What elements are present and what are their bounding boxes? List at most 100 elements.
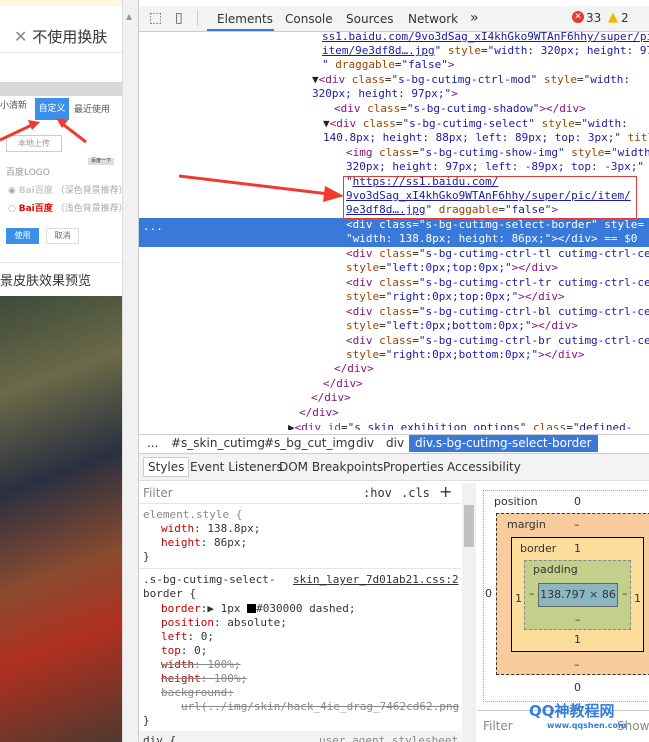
breadcrumb-item[interactable]: div [386,436,404,450]
overridden-property[interactable]: background: [161,686,234,700]
rule-close: } [143,550,150,563]
color-swatch[interactable] [247,604,257,613]
dom-node-line[interactable]: item/9e3df8d….jpg" style="width: 320px; … [322,44,649,58]
dom-token: style [564,146,605,159]
dom-token: id [321,421,341,430]
scroll-up-icon[interactable]: ▲ [126,12,132,21]
dom-token: 320px; height: 97px; left: -89px; top: -… [346,160,645,173]
overridden-url[interactable]: url(../img/skin/hack_4ie_drag_7462cd62.p… [181,700,459,714]
logo-option-dark[interactable]: ◉ Bai百度 （深色背景推荐） [8,183,122,196]
styles-scrollbar[interactable] [462,483,476,742]
dom-node-line[interactable]: style="right:0px;bottom:0px;"></div> [346,348,584,362]
dom-token: = [412,334,419,347]
dom-token: = [576,73,584,86]
box-model-border[interactable]: border 1 1 1 1 padding – – – 138.797 × 8… [511,537,644,652]
breadcrumb-item[interactable]: div [356,436,374,450]
dom-token: class [345,73,385,86]
dom-node-line[interactable]: style="left:0px;top:0px;"></div> [346,261,558,275]
dom-node-line[interactable]: </div> [311,391,351,405]
style-property[interactable]: top: 0; [161,644,207,658]
dom-node-line[interactable]: </div> [323,377,363,391]
overridden-property[interactable]: width: 100%; [161,658,241,672]
dom-node-line[interactable]: " draggable="false"> [322,58,454,72]
class-toggle[interactable]: .cls [401,486,430,500]
dom-node-line[interactable]: </div> [334,362,374,376]
dom-node-line[interactable]: 140.8px; height: 88px; left: 89px; top: … [323,131,649,145]
dom-node-line[interactable]: 320px; height: 97px; left: -89px; top: -… [346,160,644,174]
rule-selector[interactable]: .s-bg-cutimg-select- [143,573,275,587]
dom-token: <div [334,102,361,115]
cancel-button[interactable]: 取消 [46,228,79,244]
tab-event-listeners[interactable]: Event Listeners [190,460,283,474]
tab-styles[interactable]: Styles [143,457,190,477]
dom-token: style [441,44,481,57]
rule-selector[interactable]: border { [143,587,196,601]
use-button[interactable]: 使用 [6,228,39,244]
rule-source-link[interactable]: skin_layer_7d01ab21.css:2 [293,573,459,587]
dom-node-line[interactable]: style="left:0px;bottom:0px;"></div> [346,319,578,333]
dom-node-line[interactable]: style="right:0px;top:0px;"></div> [346,290,565,304]
rule-selector[interactable]: element.style { [143,508,242,522]
breadcrumb-item[interactable]: #s_skin_cutimg [171,436,265,450]
dom-node-line[interactable]: ▼<div class="s-bg-cutimg-ctrl-mod" style… [312,73,630,87]
new-rule-button[interactable]: + [439,482,452,501]
hover-state-toggle[interactable]: :hov [363,486,392,500]
dom-node-line[interactable]: 320px; height: 97px;"> [312,87,458,101]
dom-node-line[interactable]: "width: 138.8px; height: 86px;"></div> =… [346,232,637,246]
dom-node-line[interactable]: ▼<div class="s-bg-cutimg-select" style="… [323,117,628,131]
dom-token: titl [627,131,649,144]
breadcrumb-item[interactable]: #s_bg_cut_img [264,436,355,450]
dom-node-line[interactable]: <div class="s-bg-cutimg-select-border" s… [346,218,644,232]
dom-node-line[interactable]: </div> [299,406,339,420]
dom-node-line[interactable]: <div class="s-bg-cutimg-ctrl-br cutimg-c… [346,334,649,348]
box-model-padding[interactable]: padding – – – 138.797 × 86 [524,560,631,630]
dom-token: "right:0px;top:0px;" [385,290,519,303]
dom-token: = [566,421,573,430]
dom-token: style [346,319,380,332]
dom-token: = [412,276,419,289]
dom-token: = [379,348,386,361]
tab-properties[interactable]: Properties [383,460,444,474]
box-model-content[interactable]: 138.797 × 86 [538,583,618,607]
dom-token: <div [346,334,373,347]
dom-token: </div> [311,391,351,404]
dom-token: "s-bg-cutimg-ctrl-tl cutimg-ctrl-ce [418,247,649,260]
dom-token: class [372,218,413,231]
styles-tabbar: Styles Event Listeners DOM Breakpoints P… [139,453,649,481]
style-property[interactable]: position: absolute; [161,616,287,630]
style-property-border[interactable]: border:▶ 1px #030000 dashed; [161,602,355,616]
dom-node-line[interactable]: <div class="s-bg-cutimg-ctrl-tr cutimg-c… [346,276,649,290]
dom-token: = [412,218,419,231]
breadcrumb-item-active[interactable]: div.s-bg-cutimg-select-border [409,435,598,452]
dom-token: > [451,87,458,100]
dom-token: = [637,218,645,231]
dom-node-line[interactable]: <div class="s-bg-cutimg-ctrl-bl cutimg-c… [346,305,649,319]
dom-node-line[interactable]: ss1.baidu.com/9vo3dSag_xI4khGko9WTAnF6hh… [322,30,649,44]
styles-filter-input[interactable]: Filter [143,486,173,500]
dom-node-line[interactable]: <img class="s-bg-cutimg-show-img" style=… [346,146,649,160]
style-property[interactable]: width: 138.8px; [161,522,260,536]
dom-token: "left:0px;bottom:0px;" [385,319,532,332]
dom-token: ></div> [511,261,558,274]
page-scrollbar[interactable]: ▲ [122,0,138,742]
dom-token: style [346,290,380,303]
overridden-property[interactable]: height: 100%; [161,672,247,686]
box-model-margin[interactable]: margin – border 1 1 1 1 padding – – – 13… [496,513,649,675]
tab-accessibility[interactable]: Accessibility [447,460,521,474]
logo-option-light[interactable]: ○ Bai百度 （浅色背景推荐） [8,201,122,214]
dom-token: draggable [328,58,395,71]
dom-token: "right:0px;bottom:0px;" [385,348,539,361]
style-property[interactable]: left: 0; [161,630,214,644]
breadcrumb-item[interactable]: ... [147,436,158,450]
dom-token: "s-bg-cutimg-ctrl-tr cutimg-ctrl-ce [418,276,649,289]
no-skin-button[interactable]: ✕ 不使用换肤 [14,26,107,47]
dom-node-line[interactable]: <div class="s-bg-cutimg-shadow"></div> [334,102,586,116]
dom-token: ></div> [518,290,565,303]
dom-node-line[interactable]: ▶<div id="s_skin_exhibition_options" cla… [288,421,632,430]
dom-token: <div [346,247,373,260]
style-property[interactable]: height: 86px; [161,536,247,550]
dom-token: = [412,146,419,159]
dom-token: = [412,305,419,318]
dom-node-line[interactable]: <div class="s-bg-cutimg-ctrl-tl cutimg-c… [346,247,649,261]
tab-dom-breakpoints[interactable]: DOM Breakpoints [279,460,383,474]
